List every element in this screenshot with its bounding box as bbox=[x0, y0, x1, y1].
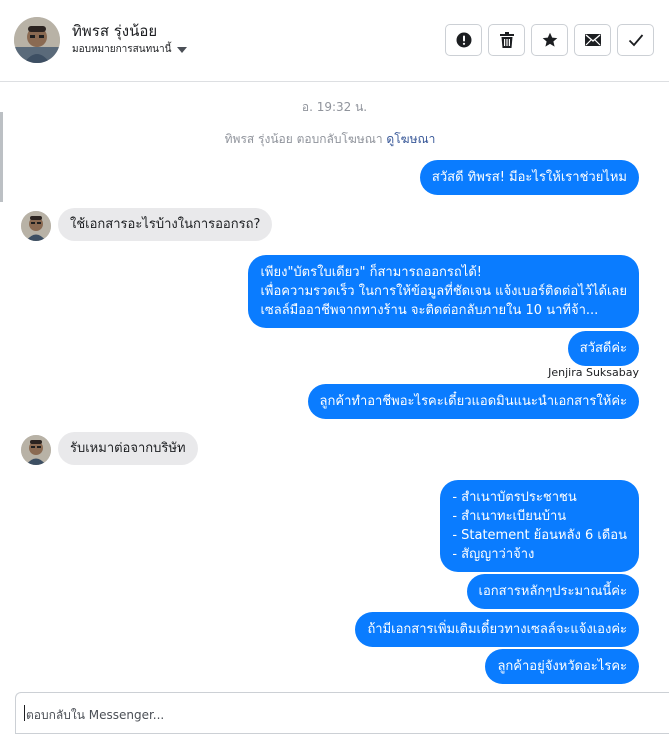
message-line: - สำเนาบัตรประชาชน bbox=[452, 490, 577, 505]
incoming-message: ใช้เอกสารอะไรบ้างในการออกรถ? bbox=[58, 208, 273, 241]
mark-unread-button[interactable] bbox=[574, 24, 611, 56]
message-composer[interactable] bbox=[15, 692, 669, 734]
message-text: เอกสารหลักๆประมาณนี้ค่ะ bbox=[478, 584, 627, 599]
message-text: ใช้เอกสารอะไรบ้างในการออกรถ? bbox=[70, 217, 261, 232]
contact-avatar-small[interactable] bbox=[21, 435, 51, 465]
assign-conversation-dropdown[interactable]: มอบหมายการสนทนานี้ bbox=[72, 42, 188, 57]
conversation-header: ทิพรส รุ่งน้อย มอบหมายการสนทนานี้ bbox=[0, 0, 669, 82]
checkmark-icon bbox=[628, 34, 643, 47]
message-line: เพื่อความรวดเร็ว ในการให้ข้อมูลที่ชัดเจน… bbox=[260, 284, 627, 299]
message-line: - สำเนาทะเบียนบ้าน bbox=[452, 509, 567, 524]
incoming-message: รับเหมาต่อจากบริษัท bbox=[58, 432, 198, 465]
trash-icon bbox=[499, 32, 514, 48]
outgoing-message: ถ้ามีเอกสารเพิ่มเติมเดี๋ยวทางเซลล์จะแจ้ง… bbox=[355, 612, 639, 647]
outgoing-message: ลูกค้าอยู่จังหวัดอะไรคะ bbox=[485, 649, 639, 684]
chevron-down-icon bbox=[177, 46, 188, 53]
outgoing-message: สวัสดี ทิพรส! มีอะไรให้เราช่วยไหม bbox=[419, 160, 639, 195]
contact-avatar[interactable] bbox=[14, 17, 60, 63]
envelope-icon bbox=[584, 34, 601, 46]
ad-reply-note: ทิพรส รุ่งน้อย ตอบกลับโฆษณา ดูโฆษณา bbox=[0, 130, 660, 149]
outgoing-message: - สำเนาบัตรประชาชน - สำเนาทะเบียนบ้าน - … bbox=[440, 480, 639, 572]
message-text: สวัสดี ทิพรส! มีอะไรให้เราช่วยไหม bbox=[431, 170, 627, 185]
message-text: ลูกค้าอยู่จังหวัดอะไรคะ bbox=[497, 659, 627, 674]
message-timestamp: อ. 19:32 น. bbox=[301, 100, 368, 114]
message-line: เพียง"บัตรใบเดียว" ก็สามารถออกรถได้! bbox=[260, 265, 482, 280]
outgoing-message: เอกสารหลักๆประมาณนี้ค่ะ bbox=[466, 574, 639, 609]
message-text: สวัสดีค่ะ bbox=[579, 341, 627, 356]
message-text: ถ้ามีเอกสารเพิ่มเติมเดี๋ยวทางเซลล์จะแจ้ง… bbox=[367, 622, 627, 637]
message-line: - สัญญาว่าจ้าง bbox=[452, 547, 535, 562]
message-text: ลูกค้าทำอาชีพอะไรคะเดี๋ยวแอดมินแนะนำเอกส… bbox=[319, 394, 627, 409]
outgoing-message: ลูกค้าทำอาชีพอะไรคะเดี๋ยวแอดมินแนะนำเอกส… bbox=[307, 384, 639, 419]
reply-input[interactable] bbox=[24, 705, 628, 725]
mark-done-button[interactable] bbox=[617, 24, 654, 56]
messenger-window: ทิพรส รุ่งน้อย มอบหมายการสนทนานี้ อ. 19:… bbox=[0, 0, 669, 734]
delete-button[interactable] bbox=[488, 24, 525, 56]
ad-reply-text: ทิพรส รุ่งน้อย ตอบกลับโฆษณา bbox=[224, 132, 383, 146]
conversation-area[interactable]: อ. 19:32 น. ทิพรส รุ่งน้อย ตอบกลับโฆษณา … bbox=[0, 82, 669, 692]
outgoing-message: เพียง"บัตรใบเดียว" ก็สามารถออกรถได้! เพื… bbox=[248, 255, 639, 328]
header-actions bbox=[445, 24, 654, 56]
contact-avatar-small[interactable] bbox=[21, 211, 51, 241]
scrollbar[interactable] bbox=[0, 112, 3, 202]
star-icon bbox=[542, 32, 557, 47]
report-button[interactable] bbox=[445, 24, 482, 56]
message-text: รับเหมาต่อจากบริษัท bbox=[70, 441, 186, 456]
assign-conversation-label: มอบหมายการสนทนานี้ bbox=[72, 44, 172, 55]
exclamation-icon bbox=[456, 32, 471, 48]
star-button[interactable] bbox=[531, 24, 568, 56]
message-line: - Statement ย้อนหลัง 6 เดือน bbox=[452, 528, 627, 543]
contact-name[interactable]: ทิพรส รุ่งน้อย bbox=[72, 19, 157, 43]
sender-name: Jenjira Suksabay bbox=[548, 366, 639, 379]
outgoing-message: สวัสดีค่ะ bbox=[567, 331, 639, 366]
message-line: เซลล์มืออาชีพจากทางร้าน จะติดต่อกลับภายใ… bbox=[260, 303, 599, 318]
view-ad-link[interactable]: ดูโฆษณา bbox=[386, 132, 435, 146]
